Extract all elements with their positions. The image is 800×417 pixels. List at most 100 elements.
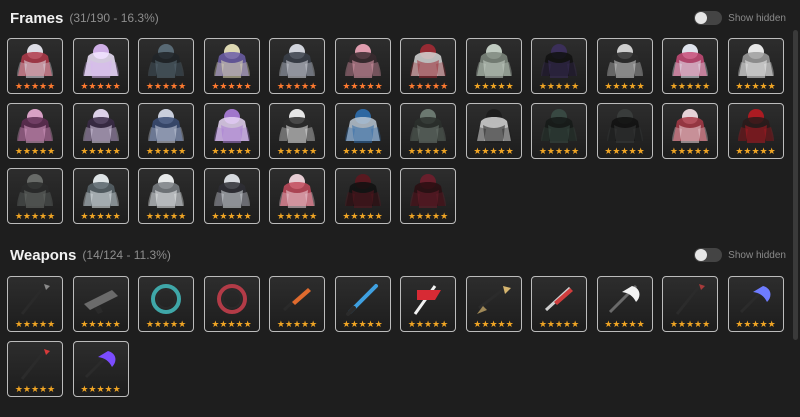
rarity-stars: ★★★★★ (732, 146, 780, 156)
character-art-icon (17, 44, 53, 78)
rarity-stars: ★★★★★ (535, 146, 583, 156)
star-icon: ★★★★★ (276, 319, 318, 329)
star-icon: ★★★★★ (276, 211, 318, 221)
star-icon: ★★★★★ (473, 319, 514, 329)
frame-19-card[interactable]: ★★★★★ (400, 103, 456, 159)
character-art-icon (148, 44, 184, 78)
rarity-stars: ★★★★★ (273, 211, 321, 221)
frame-26-card[interactable]: ★★★★★ (72, 168, 129, 224)
frame-23-card[interactable]: ★★★★★ (662, 103, 718, 159)
weapons-show-hidden-toggle[interactable] (694, 248, 723, 262)
weapon-5-card[interactable]: ★★★★★ (269, 276, 325, 332)
frame-29-card[interactable]: ★★★★★ (269, 168, 325, 224)
weapon-1-card[interactable]: ★★★★★ (7, 276, 63, 332)
rarity-stars: ★★★★★ (142, 146, 190, 156)
rarity-stars: ★★★★★ (732, 81, 780, 91)
rarity-stars: ★★★★★ (404, 146, 452, 156)
frame-11-card[interactable]: ★★★★★ (662, 38, 718, 94)
rarity-stars: ★★★★★ (142, 319, 190, 329)
frame-12-card[interactable]: ★★★★★ (727, 38, 784, 94)
star-icon: ★★★★★ (14, 319, 56, 329)
rarity-stars: ★★★★★ (404, 319, 452, 329)
character-art-icon (279, 109, 315, 143)
character-art-icon (82, 44, 119, 78)
frame-10-card[interactable]: ★★★★★ (596, 38, 653, 94)
frame-31-card[interactable]: ★★★★★ (400, 168, 456, 224)
weapon-9-card[interactable]: ★★★★★ (531, 276, 587, 332)
frame-25-card[interactable]: ★★★★★ (7, 168, 63, 224)
character-art-icon (475, 109, 512, 143)
weapon-blade-icon (544, 286, 573, 312)
rarity-stars: ★★★★★ (339, 319, 387, 329)
rarity-stars: ★★★★★ (11, 319, 59, 329)
weapon-6-card[interactable]: ★★★★★ (334, 276, 391, 332)
rarity-stars: ★★★★★ (11, 384, 59, 394)
character-art-icon (17, 109, 53, 143)
star-icon: ★★★★★ (735, 146, 776, 156)
weapons-show-hidden-label: Show hidden (728, 249, 786, 261)
weapons-count: (14/124 - 11.3%) (82, 248, 171, 262)
weapon-3-card[interactable]: ★★★★★ (138, 276, 194, 332)
frame-9-card[interactable]: ★★★★★ (531, 38, 587, 94)
weapon-7-card[interactable]: ★★★★★ (400, 276, 456, 332)
character-art-icon (410, 174, 446, 208)
rarity-stars: ★★★★★ (339, 211, 387, 221)
rarity-stars: ★★★★★ (601, 81, 649, 91)
weapon-11-card[interactable]: ★★★★★ (662, 276, 718, 332)
frame-6-card[interactable]: ★★★★★ (334, 38, 391, 94)
star-icon: ★★★★★ (14, 81, 56, 91)
character-art-icon (344, 109, 381, 143)
weapon-4-card[interactable]: ★★★★★ (203, 276, 260, 332)
character-art-icon (606, 109, 643, 143)
frame-17-card[interactable]: ★★★★★ (269, 103, 325, 159)
frame-4-card[interactable]: ★★★★★ (203, 38, 260, 94)
toggle-knob (695, 12, 708, 24)
star-icon: ★★★★★ (80, 81, 121, 91)
toggle-knob (695, 249, 708, 261)
frame-20-card[interactable]: ★★★★★ (465, 103, 522, 159)
character-art-icon (541, 109, 577, 143)
star-icon: ★★★★★ (14, 384, 56, 394)
frames-show-hidden[interactable]: Show hidden (694, 11, 786, 25)
frame-18-card[interactable]: ★★★★★ (334, 103, 391, 159)
frame-13-card[interactable]: ★★★★★ (7, 103, 63, 159)
frames-count: (31/190 - 16.3%) (69, 11, 159, 25)
frame-30-card[interactable]: ★★★★★ (334, 168, 391, 224)
rarity-stars: ★★★★★ (142, 81, 190, 91)
rarity-stars: ★★★★★ (11, 146, 59, 156)
character-art-icon (475, 44, 512, 78)
weapon-spear-icon (20, 348, 50, 380)
frame-16-card[interactable]: ★★★★★ (203, 103, 260, 159)
weapon-2-card[interactable]: ★★★★★ (72, 276, 129, 332)
frame-27-card[interactable]: ★★★★★ (138, 168, 194, 224)
frame-28-card[interactable]: ★★★★★ (203, 168, 260, 224)
weapon-ring-icon (151, 284, 181, 314)
weapon-12-card[interactable]: ★★★★★ (727, 276, 784, 332)
weapons-show-hidden[interactable]: Show hidden (694, 248, 786, 262)
frame-15-card[interactable]: ★★★★★ (138, 103, 194, 159)
rarity-stars: ★★★★★ (666, 81, 714, 91)
frame-3-card[interactable]: ★★★★★ (138, 38, 194, 94)
frames-show-hidden-toggle[interactable] (694, 11, 723, 25)
frame-2-card[interactable]: ★★★★★ (72, 38, 129, 94)
frame-5-card[interactable]: ★★★★★ (269, 38, 325, 94)
rarity-stars: ★★★★★ (208, 81, 256, 91)
vertical-scrollbar[interactable] (793, 30, 798, 340)
frame-14-card[interactable]: ★★★★★ (72, 103, 129, 159)
star-icon: ★★★★★ (407, 81, 449, 91)
frame-21-card[interactable]: ★★★★★ (531, 103, 587, 159)
frame-22-card[interactable]: ★★★★★ (596, 103, 653, 159)
weapon-13-card[interactable]: ★★★★★ (7, 341, 63, 397)
weapon-14-card[interactable]: ★★★★★ (72, 341, 129, 397)
character-art-icon (213, 174, 250, 208)
rarity-stars: ★★★★★ (535, 81, 583, 91)
star-icon: ★★★★★ (80, 319, 121, 329)
weapon-10-card[interactable]: ★★★★★ (596, 276, 653, 332)
frame-7-card[interactable]: ★★★★★ (400, 38, 456, 94)
star-icon: ★★★★★ (407, 146, 449, 156)
frame-1-card[interactable]: ★★★★★ (7, 38, 63, 94)
weapon-8-card[interactable]: ★★★★★ (465, 276, 522, 332)
frame-24-card[interactable]: ★★★★★ (727, 103, 784, 159)
frame-8-card[interactable]: ★★★★★ (465, 38, 522, 94)
star-icon: ★★★★★ (145, 211, 187, 221)
